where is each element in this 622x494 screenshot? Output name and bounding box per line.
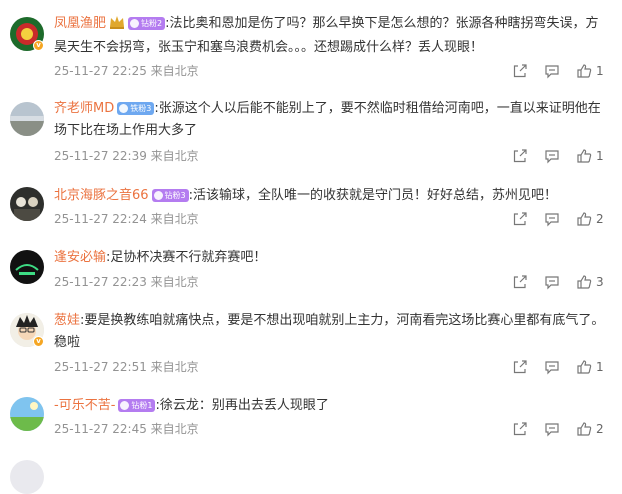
comment-meta: 25-11-27 22:39 来自北京 [54, 149, 199, 163]
share-icon [513, 360, 527, 374]
comment-text: 北京海豚之音66 钻粉3:活该输球，全队唯一的收获就是守门员！好好总结，苏州见吧！ [54, 185, 606, 207]
like-button[interactable]: 1 [576, 63, 604, 79]
comment-button[interactable] [544, 274, 560, 290]
avatar[interactable] [10, 187, 44, 221]
comment-body: :要是换教练咱就痛快点，要是不想出现咱就别上主力，河南看完这场比赛心里都有底气了… [54, 313, 605, 350]
like-icon [577, 422, 592, 436]
like-count: 1 [596, 360, 604, 374]
share-button[interactable] [512, 63, 528, 79]
share-button[interactable] [512, 148, 528, 164]
like-button[interactable]: 1 [576, 359, 604, 375]
avatar[interactable] [10, 102, 44, 136]
comment-icon [545, 361, 559, 375]
comment-icon [545, 150, 559, 164]
fan-badge: 钻粉2 [128, 17, 166, 30]
comment-text: 凤凰渔肥 钻粉2:法比奥和恩加是伤了吗？那么早换下是怎么想的？张源各种瞎拐弯失误，… [54, 13, 606, 59]
share-icon [513, 422, 527, 436]
verified-badge-icon: v [33, 336, 44, 347]
like-count: 2 [596, 422, 604, 436]
comment-meta: 25-11-27 22:51 来自北京 [54, 360, 199, 374]
comment-actions: 2 [512, 421, 608, 437]
share-icon [513, 275, 527, 289]
like-icon [577, 275, 592, 289]
comment-text: -可乐不苦- 钻粉1:徐云龙：别再出去丢人现眼了 [54, 395, 606, 417]
comment-item: v 葱娃:要是换教练咱就痛快点，要是不想出现咱就别上主力，河南看完这场比赛心里都… [0, 298, 622, 385]
fan-badge: 钻粉1 [118, 399, 156, 412]
comment-icon [545, 423, 559, 437]
comment-icon [545, 213, 559, 227]
comment-item: v 凤凰渔肥 钻粉2:法比奥和恩加是伤了吗？那么早换下是怎么想的？张源各种瞎拐弯失… [0, 0, 622, 90]
fan-badge-label: 钻粉1 [131, 401, 153, 410]
diamond-icon [153, 191, 163, 200]
username-link[interactable]: 凤凰渔肥 [54, 16, 106, 31]
diamond-icon [120, 401, 130, 410]
comment-actions: 3 [512, 274, 608, 290]
heart-icon [119, 104, 129, 113]
comment-button[interactable] [544, 421, 560, 437]
username-link[interactable]: 齐老师MD [54, 101, 114, 116]
avatar[interactable] [10, 250, 44, 284]
crown-icon [109, 15, 125, 37]
comment-button[interactable] [544, 63, 560, 79]
comment-meta: 25-11-27 22:45 来自北京 [54, 422, 199, 436]
fan-badge-label: 钻粉3 [164, 191, 186, 200]
comment-button[interactable] [544, 359, 560, 375]
like-button[interactable]: 3 [576, 274, 604, 290]
comment-item: 齐老师MD 铁粉3:张源这个人以后能不能别上了，要不然临时租借给河南吧，一直以来证… [0, 90, 622, 175]
fan-badge: 铁粉3 [117, 102, 155, 115]
comment-actions: 2 [512, 211, 608, 227]
fan-badge-label: 钻粉2 [141, 19, 163, 28]
comment-item: 逢安必输:足协杯决赛不行就弃赛吧！ 25-11-27 22:23 来自北京 3 [0, 238, 622, 298]
comment-item: 北京海豚之音66 钻粉3:活该输球，全队唯一的收获就是守门员！好好总结，苏州见吧！… [0, 175, 622, 238]
comment-meta: 25-11-27 22:24 来自北京 [54, 212, 199, 226]
username-link[interactable]: 逢安必输 [54, 250, 106, 265]
comment-text: 逢安必输:足协杯决赛不行就弃赛吧！ [54, 247, 606, 269]
comment-body: :活该输球，全队唯一的收获就是守门员！好好总结，苏州见吧！ [188, 188, 558, 203]
like-button[interactable]: 2 [576, 421, 604, 437]
like-count: 3 [596, 275, 604, 289]
share-icon [513, 212, 527, 226]
diamond-icon [130, 19, 140, 28]
username-link[interactable]: 北京海豚之音66 [54, 188, 149, 203]
fan-badge-label: 铁粉3 [130, 104, 152, 113]
like-icon [577, 64, 592, 78]
like-count: 2 [596, 212, 604, 226]
like-icon [577, 212, 592, 226]
comment-body: :徐云龙：别再出去丢人现眼了 [155, 398, 329, 413]
verified-badge-icon: v [33, 40, 44, 51]
share-icon [513, 149, 527, 163]
like-count: 1 [596, 64, 604, 78]
comment-text: 齐老师MD 铁粉3:张源这个人以后能不能别上了，要不然临时租借给河南吧，一直以来证… [54, 98, 606, 142]
comment-item: -可乐不苦- 钻粉1:徐云龙：别再出去丢人现眼了 25-11-27 22:45 来… [0, 385, 622, 455]
fan-badge: 钻粉3 [151, 189, 189, 202]
like-button[interactable]: 2 [576, 211, 604, 227]
comment-body: :足协杯决赛不行就弃赛吧！ [106, 250, 267, 265]
comment-actions: 1 [512, 63, 608, 79]
avatar-partial [10, 460, 44, 494]
username-link[interactable]: -可乐不苦- [54, 398, 115, 413]
share-button[interactable] [512, 359, 528, 375]
comment-icon [545, 65, 559, 79]
share-button[interactable] [512, 211, 528, 227]
comment-meta: 25-11-27 22:23 来自北京 [54, 275, 199, 289]
comment-text: 葱娃:要是换教练咱就痛快点，要是不想出现咱就别上主力，河南看完这场比赛心里都有底… [54, 310, 606, 354]
username-link[interactable]: 葱娃 [54, 313, 80, 328]
comment-actions: 1 [512, 148, 608, 164]
comment-button[interactable] [544, 211, 560, 227]
comment-button[interactable] [544, 148, 560, 164]
comment-meta: 25-11-27 22:25 来自北京 [54, 64, 199, 78]
like-icon [577, 149, 592, 163]
like-count: 1 [596, 149, 604, 163]
share-button[interactable] [512, 274, 528, 290]
avatar[interactable] [10, 397, 44, 431]
like-button[interactable]: 1 [576, 148, 604, 164]
like-icon [577, 360, 592, 374]
comment-icon [545, 276, 559, 290]
comment-actions: 1 [512, 359, 608, 375]
share-icon [513, 64, 527, 78]
share-button[interactable] [512, 421, 528, 437]
